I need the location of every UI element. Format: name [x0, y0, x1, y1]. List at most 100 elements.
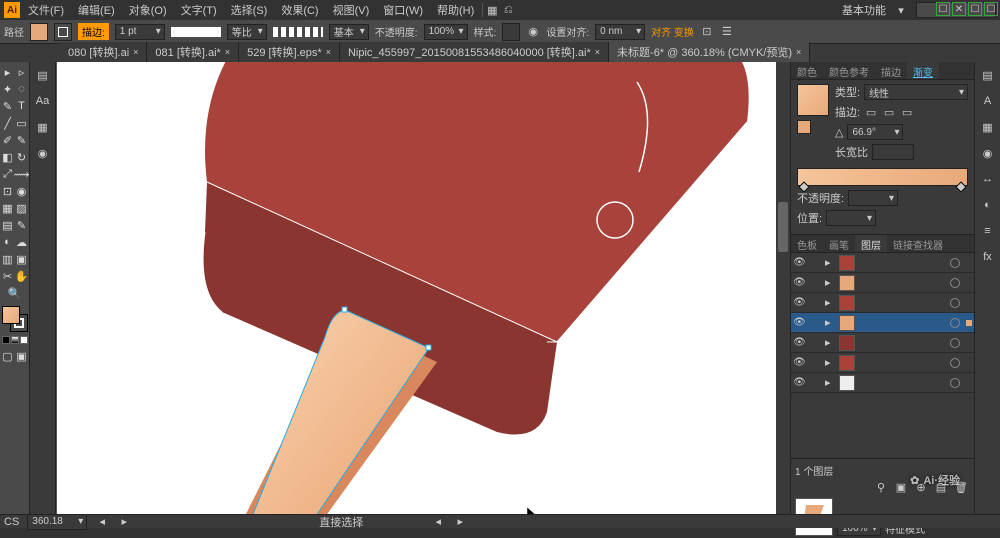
menu-object[interactable]: 对象(O) [123, 0, 173, 20]
stroke-grad-2[interactable]: ▭ [882, 105, 896, 119]
blend-tool[interactable]: ◐ [1, 234, 14, 250]
brush-tool[interactable]: ✐ [1, 132, 14, 148]
isolate-icon[interactable]: ⊡ [700, 25, 714, 39]
visibility-icon[interactable]: 👁 [793, 357, 805, 368]
tab-4[interactable]: 未标题-6* @ 360.18% (CMYK/预览)× [609, 42, 810, 62]
new-sublayer-icon[interactable]: ⊕ [914, 480, 928, 494]
dock-appearance-icon[interactable]: ◐ [979, 196, 997, 214]
selection-tool[interactable]: ▸ [1, 64, 14, 80]
visibility-icon[interactable]: 👁 [793, 317, 805, 328]
dock-char-icon[interactable]: A [979, 92, 997, 110]
gradient-mode[interactable] [11, 336, 19, 344]
workspace-label[interactable]: 基本功能 [842, 2, 886, 18]
tab-swatches[interactable]: 色板 [791, 235, 823, 252]
tab-2[interactable]: 529 [转换].eps*× [239, 42, 340, 62]
hscroll-right[interactable]: ▸ [453, 515, 467, 529]
symbol-tool[interactable]: ☁ [15, 234, 28, 250]
trash-icon[interactable]: 🗑 [954, 480, 968, 494]
type-tool[interactable]: T [15, 98, 28, 114]
rect-tool[interactable]: ▭ [15, 115, 28, 131]
sys-icon-3[interactable]: ☐ [968, 2, 982, 16]
stroke-profile[interactable] [171, 27, 221, 37]
stroke-grad-3[interactable]: ▭ [900, 105, 914, 119]
magic-wand-tool[interactable]: ✦ [1, 81, 14, 97]
menu-select[interactable]: 选择(S) [225, 0, 274, 20]
tab-stroke[interactable]: 描边 [875, 62, 907, 79]
dock-align-icon[interactable]: ▦ [979, 118, 997, 136]
close-icon[interactable]: × [133, 47, 138, 57]
sys-icon-4[interactable]: ☐ [984, 2, 998, 16]
slice-tool[interactable]: ✂ [1, 268, 14, 284]
tab-3[interactable]: Nipic_455997_20150081553486040000 [转换].a… [340, 42, 609, 62]
target-circle[interactable] [950, 358, 960, 368]
zoom-field[interactable]: 360.18 [27, 514, 87, 530]
rotate-tool[interactable]: ↻ [15, 149, 28, 165]
free-transform-tool[interactable]: ⊡ [1, 183, 14, 199]
recolor-icon[interactable]: ◉ [526, 25, 540, 39]
menu-view[interactable]: 视图(V) [327, 0, 376, 20]
artboard-tool[interactable]: ▣ [15, 251, 28, 267]
vertical-scrollbar[interactable] [776, 62, 790, 514]
layer-row[interactable]: 👁▸ [791, 313, 974, 333]
gradient-preview[interactable] [797, 84, 829, 116]
stop-opacity[interactable] [848, 190, 898, 206]
graph-tool[interactable]: ▥ [1, 251, 14, 267]
aspect-field[interactable] [872, 144, 914, 160]
close-icon[interactable]: × [326, 47, 331, 57]
stroke-grad-1[interactable]: ▭ [864, 105, 878, 119]
menu-window[interactable]: 窗口(W) [377, 0, 429, 20]
gradient-type[interactable]: 线性 [864, 84, 968, 100]
direct-select-tool[interactable]: ▹ [15, 64, 28, 80]
dock-transform-icon[interactable]: ↔ [979, 170, 997, 188]
layer-row[interactable]: 👁▸ [791, 253, 974, 273]
dock-pathfinder-icon[interactable]: ◉ [979, 144, 997, 162]
pen-tool[interactable]: ✎ [1, 98, 14, 114]
eraser-tool[interactable]: ◧ [1, 149, 14, 165]
target-circle[interactable] [950, 338, 960, 348]
tab-layers[interactable]: 图层 [855, 235, 887, 252]
tab-colorguide[interactable]: 颜色参考 [823, 62, 875, 79]
layer-row[interactable]: 👁▸ [791, 273, 974, 293]
uniform-dropdown[interactable]: 等比 [227, 24, 267, 40]
align-field[interactable]: 0 nm [595, 24, 645, 40]
brush-preview[interactable] [273, 27, 323, 37]
dock-icon-4[interactable]: ◉ [34, 144, 52, 162]
color-mode[interactable] [2, 336, 10, 344]
mesh-tool[interactable]: ▨ [15, 200, 28, 216]
tab-brushes[interactable]: 画笔 [823, 235, 855, 252]
layer-row[interactable]: 👁▸ [791, 293, 974, 313]
hand-tool[interactable]: ✋ [15, 268, 28, 284]
tab-links[interactable]: 链接查找器 [887, 235, 949, 252]
layer-row[interactable]: 👁▸ [791, 333, 974, 353]
line-tool[interactable]: ╱ [1, 115, 14, 131]
dock-graphic-icon[interactable]: ≡ [979, 222, 997, 240]
tab-1[interactable]: 081 [转换].ai*× [147, 42, 239, 62]
zoom-tool[interactable]: 🔍 [8, 285, 21, 301]
sys-icon-2[interactable]: ✕ [952, 2, 966, 16]
fill-swatch[interactable] [30, 23, 48, 41]
stroke-link[interactable]: 描边: [78, 23, 109, 40]
visibility-icon[interactable]: 👁 [793, 377, 805, 388]
basic-dropdown[interactable]: 基本 [329, 24, 369, 40]
stroke-weight[interactable]: 1 pt [115, 24, 165, 40]
visibility-icon[interactable]: 👁 [793, 277, 805, 288]
stroke-swatch[interactable] [54, 23, 72, 41]
transform-link[interactable]: 对齐 变换 [651, 24, 694, 39]
locate-icon[interactable]: ⚲ [874, 480, 888, 494]
target-circle[interactable] [950, 258, 960, 268]
sys-icon-1[interactable]: ☐ [936, 2, 950, 16]
screen-mode-2[interactable]: ▣ [15, 348, 28, 364]
new-layer-icon[interactable]: ▤ [934, 480, 948, 494]
target-circle[interactable] [950, 378, 960, 388]
layer-row[interactable]: 👁▸ [791, 353, 974, 373]
lasso-tool[interactable]: ◌ [15, 81, 28, 97]
align-icon[interactable]: ☰ [720, 25, 734, 39]
screen-mode[interactable]: ▢ [1, 348, 14, 364]
scale-tool[interactable]: ⤢ [1, 166, 14, 182]
target-circle[interactable] [950, 298, 960, 308]
menu-help[interactable]: 帮助(H) [431, 0, 480, 20]
visibility-icon[interactable]: 👁 [793, 297, 805, 308]
menu-file[interactable]: 文件(F) [22, 0, 70, 20]
width-tool[interactable]: ⟿ [15, 166, 28, 182]
chevron-down-icon[interactable]: ▾ [894, 3, 908, 17]
